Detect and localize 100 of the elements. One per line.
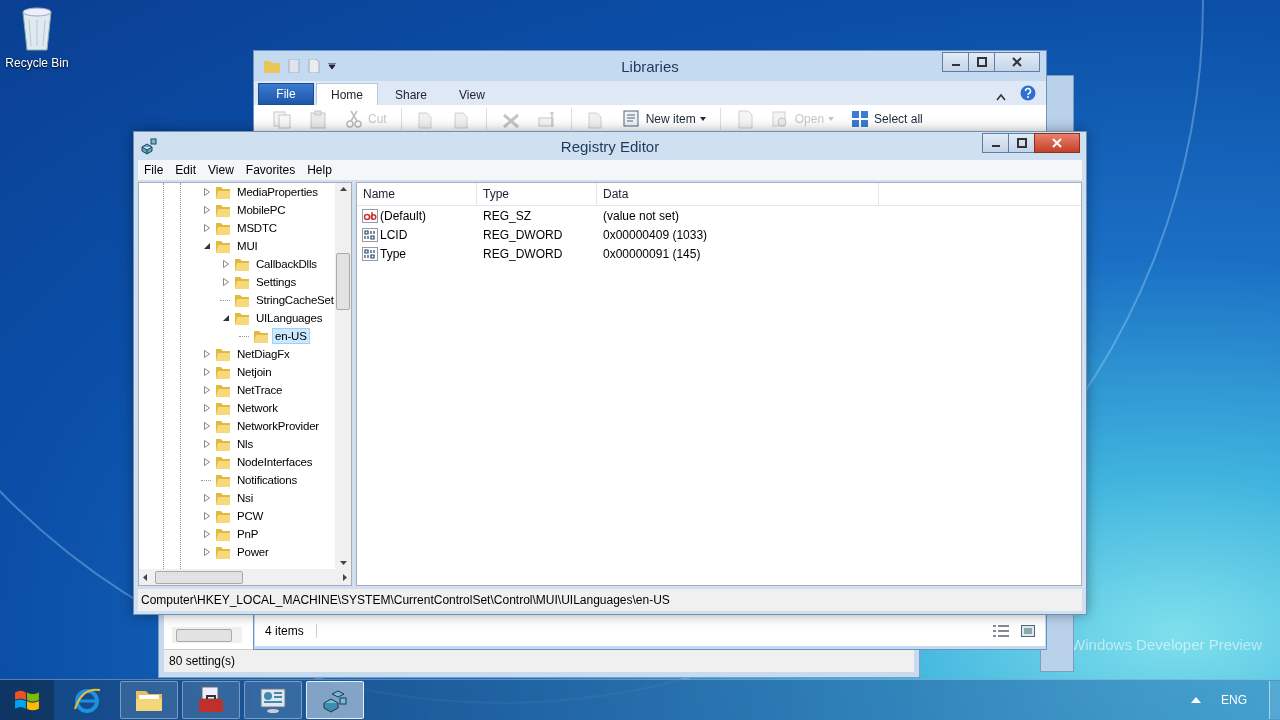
table-cell-text: (value not set) (602, 208, 681, 223)
scroll-thumb[interactable] (336, 252, 350, 310)
scroll-left-icon[interactable] (143, 573, 147, 581)
ribbon-button[interactable]: New item (619, 109, 708, 129)
taskbar-app-button[interactable] (306, 681, 364, 719)
tree-item[interactable]: MediaProperties (234, 184, 321, 200)
close-button[interactable] (994, 52, 1040, 72)
taskbar-app-button[interactable] (182, 681, 240, 719)
folder-icon (215, 418, 231, 434)
menu-item[interactable]: File (138, 161, 170, 179)
minimize-button[interactable] (982, 133, 1009, 153)
close-icon (1052, 138, 1062, 148)
column-header[interactable]: Data (597, 183, 879, 205)
folder-icon (215, 436, 231, 452)
tree-item[interactable]: Network (234, 400, 281, 416)
tree-item[interactable]: en-US (272, 328, 310, 344)
item-count: 4 items (261, 624, 317, 638)
dropdown-icon[interactable] (328, 63, 336, 69)
string-value-icon (362, 208, 378, 223)
start-button[interactable] (0, 680, 54, 720)
window-title: Registry Editor (560, 137, 660, 155)
desktop-icon-label[interactable]: Recycle Bin (5, 56, 69, 70)
table-cell-text: REG_DWORD (482, 227, 564, 242)
file-tab[interactable]: File (258, 83, 314, 105)
horizontal-scrollbar[interactable] (172, 627, 242, 643)
table-cell-text: 0x00000091 (145) (602, 246, 702, 261)
control-panel-icon (258, 685, 288, 715)
tree-item[interactable]: MSDTC (234, 220, 280, 236)
tree-item[interactable]: Nsi (234, 490, 256, 506)
copy-icon (272, 109, 292, 129)
toolbox-icon (196, 685, 226, 715)
ribbon-tab[interactable]: Share (380, 83, 443, 105)
value-name[interactable]: Type (380, 246, 406, 261)
window-title: Libraries (621, 57, 679, 75)
tree-item[interactable]: Settings (253, 274, 299, 290)
menu-item[interactable]: View (202, 161, 240, 179)
collapse-ribbon-icon[interactable] (996, 93, 1006, 101)
expander-icon[interactable] (222, 314, 230, 322)
maximize-button[interactable] (968, 52, 995, 72)
folder-icon (234, 310, 250, 326)
folder-icon (234, 256, 250, 272)
binary-value-icon (362, 227, 378, 242)
vertical-scrollbar[interactable] (335, 183, 351, 569)
registry-cubes-icon (140, 137, 158, 155)
column-header[interactable]: Name (357, 183, 477, 205)
show-hidden-icons-icon[interactable] (1191, 697, 1201, 703)
maximize-button[interactable] (1008, 133, 1035, 153)
menu-item[interactable]: Favorites (239, 161, 302, 179)
tree-item[interactable]: Power (234, 544, 272, 560)
tree-item[interactable]: PnP (234, 526, 262, 542)
folder-icon (215, 364, 231, 380)
folder-icon (215, 454, 231, 470)
large-icons-view-icon[interactable] (1021, 625, 1035, 637)
tree-item[interactable]: NodeInterfaces (234, 454, 316, 470)
table-cell-text: REG_DWORD (482, 246, 564, 261)
tree-item[interactable]: MobilePC (234, 202, 289, 218)
binary-value-icon (362, 246, 378, 261)
menu-item[interactable]: Help (301, 161, 338, 179)
tree-item[interactable]: StringCacheSet (253, 292, 335, 308)
tree-item[interactable]: NetDiagFx (234, 346, 293, 362)
scroll-down-icon[interactable] (339, 561, 347, 565)
expander-icon[interactable] (203, 242, 211, 250)
folder-icon (215, 400, 231, 416)
select-all-icon (850, 109, 871, 129)
close-icon (1012, 57, 1022, 67)
key-path: Computer\HKEY_LOCAL_MACHINE\SYSTEM\CurrentControlSet\Control\MUI\UILanguages\en-US (141, 593, 670, 607)
value-name[interactable]: LCID (380, 227, 408, 242)
ribbon-tab[interactable]: Home (316, 83, 378, 105)
tree-item[interactable]: Netjoin (234, 364, 275, 380)
scroll-thumb[interactable] (155, 570, 243, 584)
tree-item[interactable]: CallbackDlls (253, 256, 320, 272)
scroll-up-icon[interactable] (339, 187, 347, 191)
value-name[interactable]: (Default) (380, 208, 426, 223)
column-header[interactable]: Type (477, 183, 597, 205)
tree-item[interactable]: Notifications (234, 472, 301, 488)
tree-item[interactable]: UILanguages (253, 310, 326, 326)
folder-icon (215, 184, 231, 200)
folder-icon (234, 274, 250, 290)
status-text: 80 setting(s) (164, 649, 914, 672)
tree-item[interactable]: PCW (234, 508, 267, 524)
ribbon-tab[interactable]: View (444, 83, 500, 105)
minimize-icon (991, 145, 1000, 147)
scissors-icon (344, 109, 364, 129)
details-view-icon[interactable] (993, 625, 1009, 637)
minimize-button[interactable] (942, 52, 969, 72)
horizontal-scrollbar[interactable] (139, 569, 351, 585)
taskbar-app-button[interactable] (120, 681, 178, 719)
tree-item[interactable]: MUI (234, 238, 261, 254)
close-button[interactable] (1034, 133, 1080, 153)
taskbar-app-button[interactable] (244, 681, 302, 719)
folder-icon (215, 526, 231, 542)
folder-icon (215, 346, 231, 362)
menu-item[interactable]: Edit (169, 161, 203, 179)
scroll-right-icon[interactable] (343, 573, 347, 581)
tree-item[interactable]: Nls (234, 436, 256, 452)
maximize-icon (976, 57, 987, 67)
tree-item[interactable]: NetworkProvider (234, 418, 322, 434)
ribbon-button[interactable]: Select all (848, 109, 925, 129)
help-icon[interactable] (1020, 85, 1036, 101)
tree-item[interactable]: NetTrace (234, 382, 286, 398)
